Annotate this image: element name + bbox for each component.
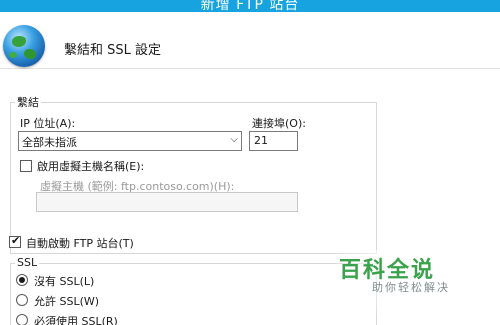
wizard-header: 繫結和 SSL 設定	[0, 12, 500, 69]
radio-no-ssl[interactable]	[16, 274, 28, 286]
virtual-host-input[interactable]	[36, 192, 298, 212]
radio-allow-ssl[interactable]	[16, 294, 28, 306]
port-label: 連接埠(O):	[252, 117, 306, 130]
virtual-host-checkbox[interactable]	[20, 160, 32, 172]
autostart-checkbox[interactable]: ✔	[9, 234, 21, 248]
no-ssl-label[interactable]: 沒有 SSL(L)	[34, 273, 94, 289]
ip-address-label: IP 位址(A):	[20, 117, 76, 130]
chevron-down-icon[interactable]: ⌵	[230, 134, 238, 145]
ssl-group-label: SSL	[15, 256, 40, 269]
globe-icon	[3, 25, 45, 67]
virtual-host-checkbox-label[interactable]: 啟用虛擬主機名稱(E):	[37, 158, 144, 174]
port-value: 21	[254, 134, 268, 147]
port-input[interactable]: 21	[249, 131, 298, 151]
checkmark-icon: ✔	[11, 234, 21, 247]
ip-address-select[interactable]: 全部未指派 ⌵	[18, 131, 242, 151]
autostart-label[interactable]: 自動啟動 FTP 站台(T)	[26, 235, 134, 251]
window-title: 新增 FTP 站台	[200, 0, 300, 12]
radio-require-ssl[interactable]	[16, 314, 28, 325]
page-title: 繫結和 SSL 設定	[64, 43, 162, 58]
binding-group-label: 繫結	[15, 94, 41, 110]
title-bar: 新增 FTP 站台	[0, 0, 500, 12]
watermark: 百科全说 助你轻松解决	[336, 250, 500, 325]
watermark-sub-text: 助你轻松解决	[372, 281, 450, 294]
allow-ssl-label[interactable]: 允許 SSL(W)	[34, 293, 99, 309]
require-ssl-label[interactable]: 必須使用 SSL(R)	[34, 313, 118, 325]
ip-address-value: 全部未指派	[22, 136, 77, 149]
